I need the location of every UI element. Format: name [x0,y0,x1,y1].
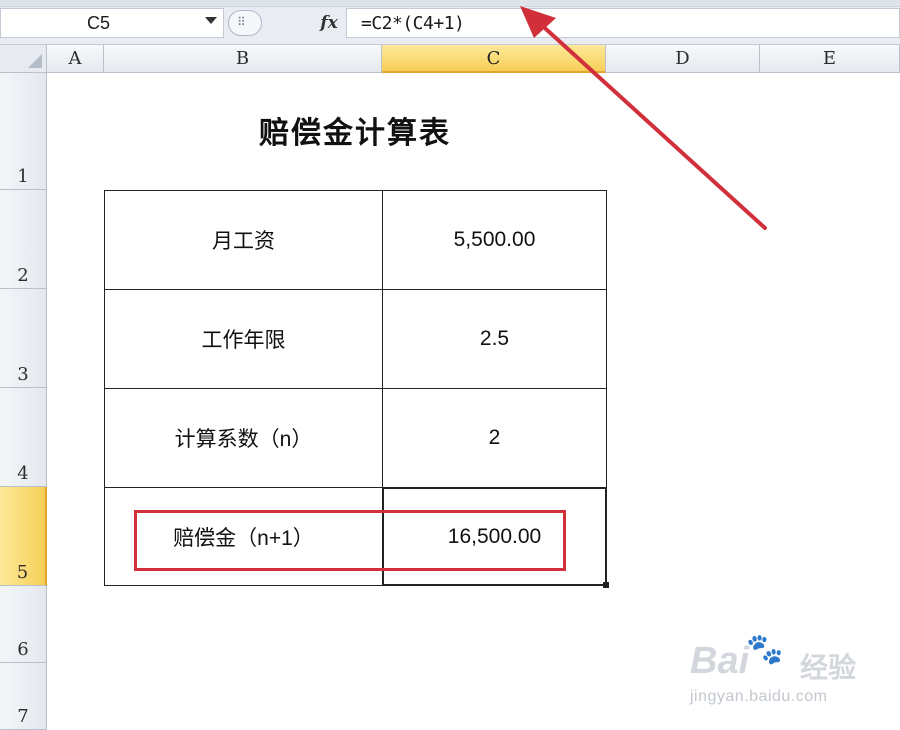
watermark-url: jingyan.baidu.com [690,688,828,705]
arrow-shaft [534,18,767,230]
watermark-logo: Bai [690,640,750,682]
watermark-brand: 经验 [800,652,857,683]
baidu-watermark: Bai 🐾 经验 jingyan.baidu.com [690,632,890,712]
annotation-arrow [520,6,767,230]
paw-icon: 🐾 [746,633,784,666]
